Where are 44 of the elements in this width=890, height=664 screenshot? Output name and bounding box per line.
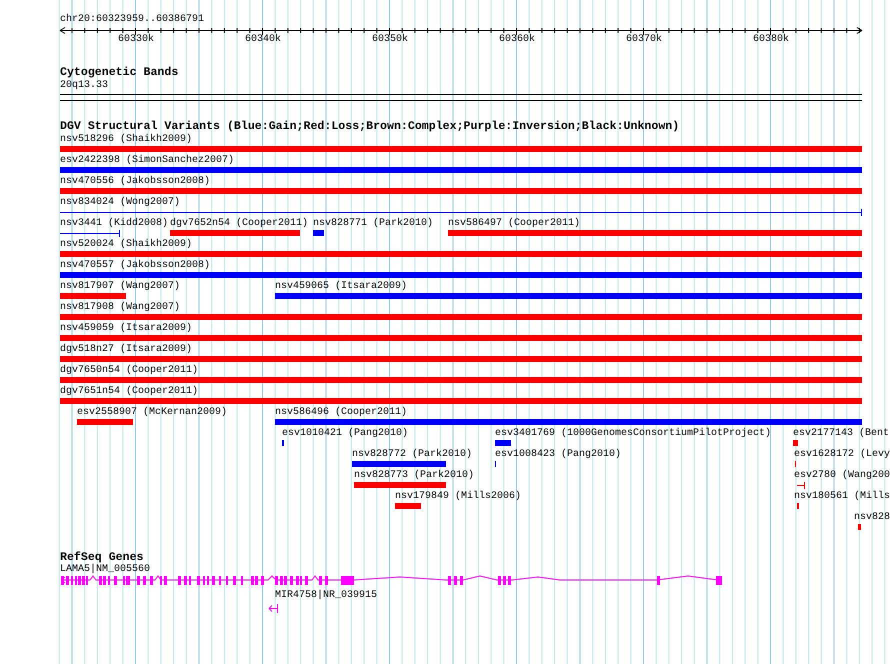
variant-label: nsv817908 (Wang2007) bbox=[60, 302, 180, 314]
variant-label: nsv470557 (Jakobsson2008) bbox=[60, 260, 210, 272]
variant-label: dgv7651n54 (Cooper2011) bbox=[60, 386, 198, 398]
variant-label: nsv520024 (Shaikh2009) bbox=[60, 239, 192, 251]
scale-label: 60360k bbox=[499, 34, 535, 46]
variant-label: nsv834024 (Wong2007) bbox=[60, 197, 180, 209]
scale-label: 60380k bbox=[753, 34, 789, 46]
variant-label: nsv459059 (Itsara2009) bbox=[60, 323, 192, 335]
variant-label: esv2558907 (McKernan2009) bbox=[77, 407, 228, 419]
variant-label: nsv470556 (Jakobsson2008) bbox=[60, 176, 210, 188]
variant-label: esv1008423 (Pang2010) bbox=[495, 449, 622, 461]
variant-label: dgv7650n54 (Cooper2011) bbox=[60, 365, 198, 377]
variant-label: nsv828 bbox=[854, 512, 890, 524]
band-label: 20q13.33 bbox=[60, 80, 108, 92]
track-title: DGV Structural Variants (Blue:Gain;Red:Loss;Brown:Complex;Purple:Inversion;Black:Unknown) bbox=[60, 120, 680, 133]
variant-label: esv2422398 (SimonSanchez2007) bbox=[60, 155, 234, 167]
variant-label: nsv459065 (Itsara2009) bbox=[275, 281, 408, 293]
variant-label: nsv3441 (Kidd2008) bbox=[60, 218, 168, 230]
track-title: RefSeq Genes bbox=[60, 551, 144, 564]
variant-label: nsv586497 (Cooper2011) bbox=[448, 218, 580, 230]
scale-label: 60350k bbox=[372, 34, 408, 46]
variant-label: dgv7652n54 (Cooper2011) bbox=[170, 218, 308, 230]
variant-label: esv2177143 (Bent bbox=[793, 428, 890, 440]
variant-label: nsv817907 (Wang2007) bbox=[60, 281, 180, 293]
scale-label: 60370k bbox=[626, 34, 662, 46]
variant-label: nsv180561 (Mills bbox=[794, 491, 890, 503]
variant-label: esv3401769 (1000GenomesConsortiumPilotProject) bbox=[495, 428, 772, 440]
variant-label: esv2780 (Wang200 bbox=[794, 470, 890, 482]
gene-label: LAMA5|NM_005560 bbox=[60, 564, 150, 576]
variant-label: nsv828771 (Park2010) bbox=[313, 218, 434, 230]
variant-label: nsv586496 (Cooper2011) bbox=[275, 407, 408, 419]
gene-label: MIR4758|NR_039915 bbox=[275, 590, 378, 602]
region-label: chr20:60323959..60386791 bbox=[60, 14, 204, 26]
variant-label: nsv179849 (Mills2006) bbox=[395, 491, 522, 503]
scale-label: 60340k bbox=[245, 34, 281, 46]
variant-label: dgv518n27 (Itsara2009) bbox=[60, 344, 192, 356]
scale-label: 60330k bbox=[118, 34, 154, 46]
variant-label: nsv828772 (Park2010) bbox=[352, 449, 472, 461]
variant-label: nsv828773 (Park2010) bbox=[354, 470, 474, 482]
gene-model-drawing bbox=[268, 604, 278, 614]
variant-label: esv1628172 (Levy bbox=[794, 449, 890, 461]
variant-label: esv1010421 (Pang2010) bbox=[282, 428, 408, 440]
track-title: Cytogenetic Bands bbox=[60, 66, 178, 79]
variant-label: nsv518296 (Shaikh2009) bbox=[60, 134, 192, 146]
